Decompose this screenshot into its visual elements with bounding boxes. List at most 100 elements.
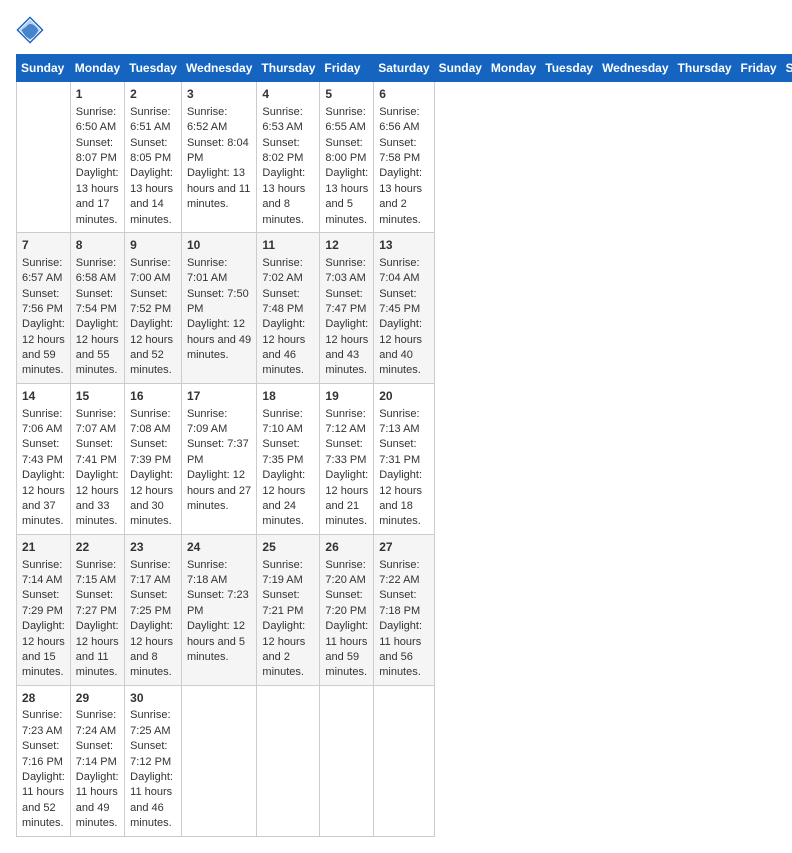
col-header-sunday: Sunday	[434, 55, 486, 82]
day-cell: 7 Sunrise: 6:57 AMSunset: 7:56 PMDaylight…	[17, 232, 71, 383]
sunrise-text: Sunrise: 6:50 AM	[76, 105, 119, 136]
day-number: 24	[187, 539, 251, 556]
calendar-header-row: SundayMondayTuesdayWednesdayThursdayFrid…	[17, 55, 792, 82]
sunset-text: Sunset: 7:14 PM	[76, 739, 119, 770]
day-number: 18	[262, 388, 314, 405]
day-cell: 28Sunrise: 7:23 AMSunset: 7:16 PMDayligh…	[17, 685, 71, 836]
sunset-text: Sunset: 7:56 PM	[22, 287, 65, 318]
header-monday: Monday	[70, 55, 124, 82]
col-header-thursday: Thursday	[673, 55, 736, 82]
sunset-text: Sunset: 7:25 PM	[130, 588, 176, 619]
sunset-text: Sunset: 8:04 PM	[187, 136, 251, 167]
day-cell: 18Sunrise: 7:10 AMSunset: 7:35 PMDayligh…	[257, 383, 320, 534]
sunrise-text: Sunrise: 7:15 AM	[76, 558, 119, 589]
day-number: 10	[187, 237, 251, 254]
day-number: 7	[22, 237, 65, 254]
daylight-text: Daylight: 12 hours and 5 minutes.	[187, 619, 251, 665]
daylight-text: Daylight: 13 hours and 11 minutes.	[187, 166, 251, 212]
sunset-text: Sunset: 7:29 PM	[22, 588, 65, 619]
day-cell: 30Sunrise: 7:25 AMSunset: 7:12 PMDayligh…	[125, 685, 182, 836]
sunrise-text: Sunrise: 6:57 AM	[22, 256, 65, 287]
day-cell: 1Sunrise: 6:50 AMSunset: 8:07 PMDaylight…	[70, 82, 124, 233]
col-header-tuesday: Tuesday	[541, 55, 598, 82]
daylight-text: Daylight: 11 hours and 49 minutes.	[76, 770, 119, 832]
daylight-text: Daylight: 11 hours and 56 minutes.	[379, 619, 428, 681]
day-number: 22	[76, 539, 119, 556]
header-friday: Friday	[320, 55, 374, 82]
daylight-text: Daylight: 11 hours and 59 minutes.	[325, 619, 368, 681]
sunset-text: Sunset: 8:02 PM	[262, 136, 314, 167]
daylight-text: Daylight: 12 hours and 30 minutes.	[130, 468, 176, 530]
day-cell: 23Sunrise: 7:17 AMSunset: 7:25 PMDayligh…	[125, 534, 182, 685]
day-cell: 11Sunrise: 7:02 AMSunset: 7:48 PMDayligh…	[257, 232, 320, 383]
day-cell: 26Sunrise: 7:20 AMSunset: 7:20 PMDayligh…	[320, 534, 374, 685]
daylight-text: Daylight: 12 hours and 15 minutes.	[22, 619, 65, 681]
sunrise-text: Sunrise: 7:22 AM	[379, 558, 428, 589]
sunrise-text: Sunrise: 7:14 AM	[22, 558, 65, 589]
day-cell	[320, 685, 374, 836]
sunset-text: Sunset: 7:37 PM	[187, 437, 251, 468]
daylight-text: Daylight: 12 hours and 46 minutes.	[262, 317, 314, 379]
day-number: 15	[76, 388, 119, 405]
daylight-text: Daylight: 12 hours and 55 minutes.	[76, 317, 119, 379]
sunset-text: Sunset: 7:20 PM	[325, 588, 368, 619]
sunset-text: Sunset: 7:47 PM	[325, 287, 368, 318]
sunset-text: Sunset: 7:18 PM	[379, 588, 428, 619]
daylight-text: Daylight: 12 hours and 11 minutes.	[76, 619, 119, 681]
sunrise-text: Sunrise: 7:25 AM	[130, 708, 176, 739]
day-number: 27	[379, 539, 428, 556]
week-row-3: 14Sunrise: 7:06 AMSunset: 7:43 PMDayligh…	[17, 383, 792, 534]
day-cell: 22 Sunrise: 7:15 AMSunset: 7:27 PMDayligh…	[70, 534, 124, 685]
day-cell: 10Sunrise: 7:01 AMSunset: 7:50 PMDayligh…	[181, 232, 256, 383]
day-cell: 15Sunrise: 7:07 AMSunset: 7:41 PMDayligh…	[70, 383, 124, 534]
sunrise-text: Sunrise: 7:06 AM	[22, 407, 65, 438]
sunset-text: Sunset: 8:00 PM	[325, 136, 368, 167]
sunrise-text: Sunrise: 7:19 AM	[262, 558, 314, 589]
day-number: 21	[22, 539, 65, 556]
sunset-text: Sunset: 8:07 PM	[76, 136, 119, 167]
sunset-text: Sunset: 7:50 PM	[187, 287, 251, 318]
day-cell: 6Sunrise: 6:56 AMSunset: 7:58 PMDaylight…	[374, 82, 434, 233]
sunrise-text: Sunrise: 7:17 AM	[130, 558, 176, 589]
sunrise-text: Sunrise: 7:01 AM	[187, 256, 251, 287]
day-cell: 13Sunrise: 7:04 AMSunset: 7:45 PMDayligh…	[374, 232, 434, 383]
day-cell: 17Sunrise: 7:09 AMSunset: 7:37 PMDayligh…	[181, 383, 256, 534]
day-cell: 12Sunrise: 7:03 AMSunset: 7:47 PMDayligh…	[320, 232, 374, 383]
day-cell: 16 Sunrise: 7:08 AMSunset: 7:39 PMDayligh…	[125, 383, 182, 534]
daylight-text: Daylight: 13 hours and 14 minutes.	[130, 166, 176, 228]
col-header-monday: Monday	[486, 55, 540, 82]
daylight-text: Daylight: 12 hours and 33 minutes.	[76, 468, 119, 530]
daylight-text: Daylight: 13 hours and 8 minutes.	[262, 166, 314, 228]
day-cell: 5Sunrise: 6:55 AMSunset: 8:00 PMDaylight…	[320, 82, 374, 233]
day-number: 29	[76, 690, 119, 707]
sunset-text: Sunset: 7:52 PM	[130, 287, 176, 318]
day-number: 25	[262, 539, 314, 556]
sunrise-text: Sunrise: 7:09 AM	[187, 407, 251, 438]
day-number: 5	[325, 86, 368, 103]
daylight-text: Daylight: 12 hours and 59 minutes.	[22, 317, 65, 379]
day-number: 8	[76, 237, 119, 254]
col-header-saturday: Saturday	[781, 55, 792, 82]
sunrise-text: Sunrise: 6:58 AM	[76, 256, 119, 287]
daylight-text: Daylight: 11 hours and 46 minutes.	[130, 770, 176, 832]
day-cell: 4Sunrise: 6:53 AMSunset: 8:02 PMDaylight…	[257, 82, 320, 233]
sunset-text: Sunset: 7:21 PM	[262, 588, 314, 619]
day-cell: 20Sunrise: 7:13 AMSunset: 7:31 PMDayligh…	[374, 383, 434, 534]
day-cell: 2Sunrise: 6:51 AMSunset: 8:05 PMDaylight…	[125, 82, 182, 233]
sunrise-text: Sunrise: 7:23 AM	[22, 708, 65, 739]
sunset-text: Sunset: 7:45 PM	[379, 287, 428, 318]
day-number: 16	[130, 388, 176, 405]
header-saturday: Saturday	[374, 55, 434, 82]
day-cell: 29Sunrise: 7:24 AMSunset: 7:14 PMDayligh…	[70, 685, 124, 836]
header-thursday: Thursday	[257, 55, 320, 82]
col-header-wednesday: Wednesday	[598, 55, 673, 82]
sunrise-text: Sunrise: 7:04 AM	[379, 256, 428, 287]
day-number: 28	[22, 690, 65, 707]
day-number: 1	[76, 86, 119, 103]
sunset-text: Sunset: 7:27 PM	[76, 588, 119, 619]
daylight-text: Daylight: 13 hours and 2 minutes.	[379, 166, 428, 228]
sunrise-text: Sunrise: 7:08 AM	[130, 407, 176, 438]
sunset-text: Sunset: 7:39 PM	[130, 437, 176, 468]
sunrise-text: Sunrise: 6:55 AM	[325, 105, 368, 136]
sunrise-text: Sunrise: 7:10 AM	[262, 407, 314, 438]
